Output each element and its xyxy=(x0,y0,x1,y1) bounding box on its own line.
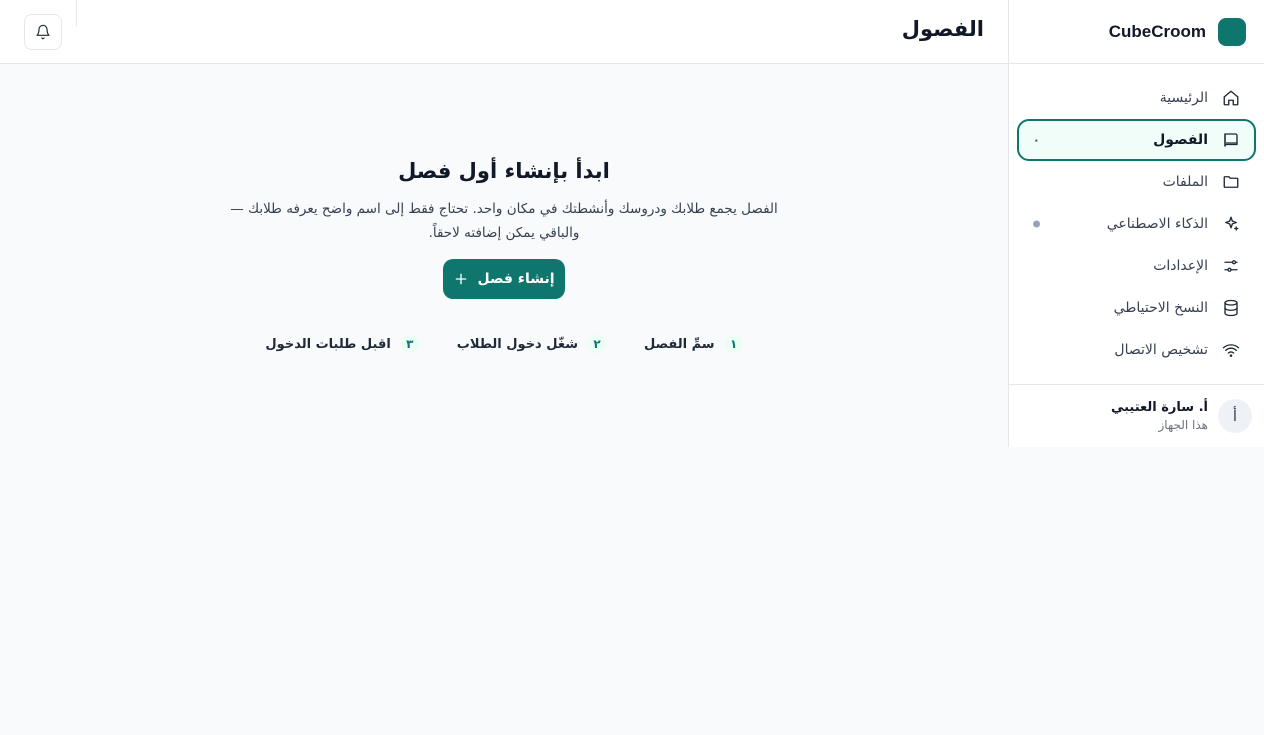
plus-icon xyxy=(453,271,469,287)
book-icon xyxy=(1222,131,1240,149)
sidebar-item-settings[interactable]: الإعدادات xyxy=(1017,245,1256,287)
notifications-button[interactable] xyxy=(24,14,62,50)
user-name: أ. سارة العتيبي xyxy=(1110,400,1208,415)
avatar: أ xyxy=(1218,399,1252,433)
empty-state-description: الفصل يجمع طلابك ودروسك وأنشطتك في مكان … xyxy=(230,201,778,241)
sidebar-item-label: الرئيسية xyxy=(1159,90,1208,106)
step-number: ١ xyxy=(724,335,743,353)
sidebar-nav: الرئيسية الفصول ٠ الملفات الذكاء الاصطنا… xyxy=(1009,64,1264,371)
step-label: اقبل طلبات الدخول xyxy=(265,336,391,352)
create-class-button[interactable]: إنشاء فصل xyxy=(443,259,565,299)
header-divider xyxy=(76,0,77,26)
database-icon xyxy=(1222,299,1240,317)
sidebar-item-label: النسخ الاحتياطي xyxy=(1113,300,1208,316)
step-item: ٢ شغّل دخول الطلاب xyxy=(457,335,606,353)
sidebar-item-label: تشخيص الاتصال xyxy=(1114,342,1208,358)
user-device: هذا الجهاز xyxy=(1158,418,1209,432)
empty-state: ابدأ بإنشاء أول فصل الفصل يجمع طلابك ودر… xyxy=(0,64,1008,353)
sidebar-item-backup[interactable]: النسخ الاحتياطي xyxy=(1017,287,1256,329)
step-item: ١ سمِّ الفصل xyxy=(644,335,743,353)
step-label: شغّل دخول الطلاب xyxy=(456,336,578,352)
sidebar: CubeCroom الرئيسية الفصول ٠ الملفات الذك… xyxy=(1008,0,1264,447)
sidebar-item-files[interactable]: الملفات xyxy=(1017,161,1256,203)
sidebar-item-label: الملفات xyxy=(1162,174,1208,190)
page-title: الفصول xyxy=(901,17,984,41)
sidebar-item-label: الإعدادات xyxy=(1153,258,1208,274)
sidebar-item-classes[interactable]: الفصول ٠ xyxy=(1017,119,1256,161)
bell-icon xyxy=(35,24,51,40)
empty-state-title: ابدأ بإنشاء أول فصل xyxy=(398,159,610,183)
home-icon xyxy=(1222,89,1240,107)
sidebar-item-home[interactable]: الرئيسية xyxy=(1017,77,1256,119)
brand-name: CubeCroom xyxy=(1108,21,1206,41)
sidebar-item-ai[interactable]: الذكاء الاصطناعي xyxy=(1017,203,1256,245)
onboarding-steps: ١ سمِّ الفصل ٢ شغّل دخول الطلاب ٣ اقبل ط… xyxy=(0,335,1008,353)
classes-count-badge: ٠ xyxy=(1033,133,1040,147)
step-number: ٢ xyxy=(587,335,606,353)
wifi-icon xyxy=(1222,341,1240,359)
brand[interactable]: CubeCroom xyxy=(1009,0,1264,64)
step-number: ٣ xyxy=(400,335,419,353)
user-profile[interactable]: أ أ. سارة العتيبي هذا الجهاز xyxy=(1009,384,1264,447)
folder-icon xyxy=(1222,173,1240,191)
sidebar-item-label: الذكاء الاصطناعي xyxy=(1106,216,1208,232)
brand-logo xyxy=(1218,17,1246,46)
status-dot xyxy=(1033,220,1040,228)
sliders-icon xyxy=(1222,257,1240,275)
sparkles-icon xyxy=(1222,215,1240,233)
step-label: سمِّ الفصل xyxy=(643,336,715,352)
create-class-label: إنشاء فصل xyxy=(477,271,555,287)
sidebar-item-label: الفصول xyxy=(1153,132,1208,148)
sidebar-item-connection[interactable]: تشخيص الاتصال xyxy=(1017,329,1256,371)
top-header: الفصول xyxy=(0,0,1008,64)
step-item: ٣ اقبل طلبات الدخول xyxy=(265,335,419,353)
